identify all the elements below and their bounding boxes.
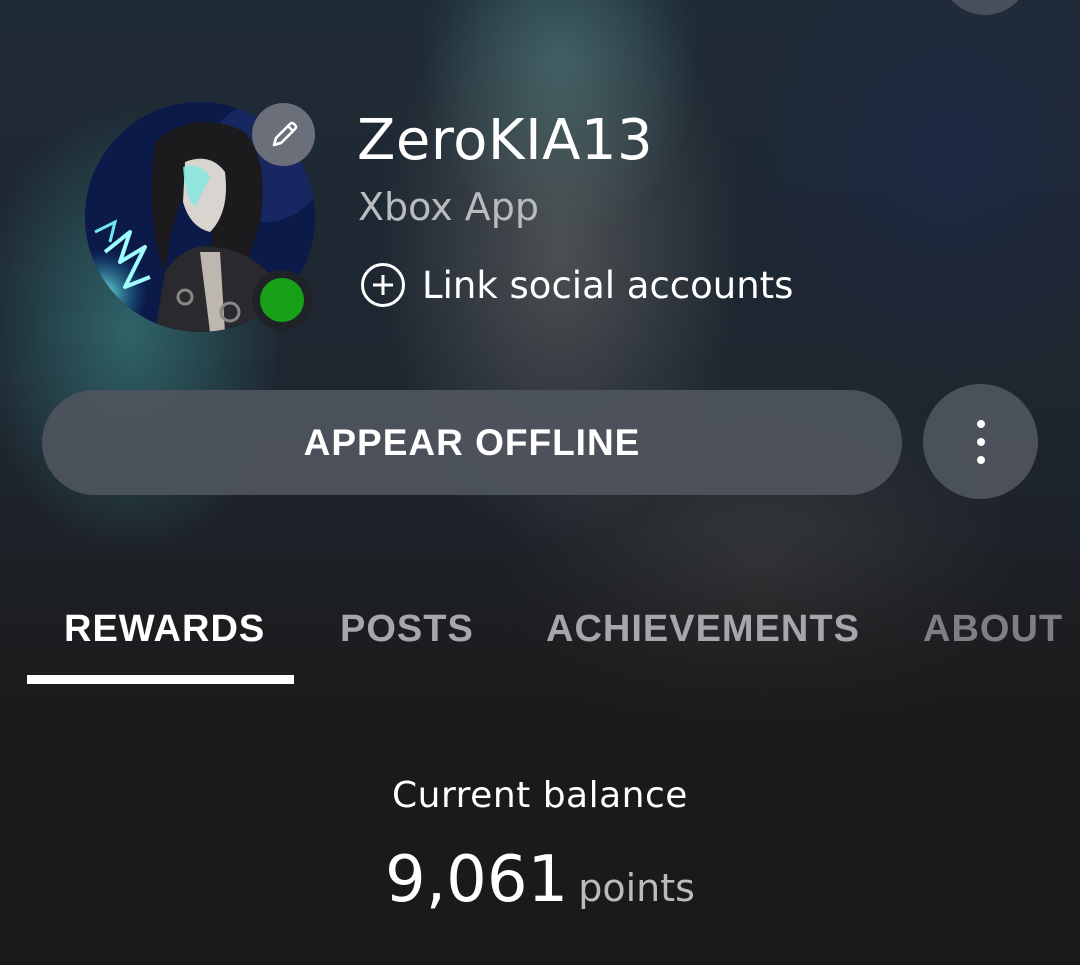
plus-circle-icon xyxy=(361,263,405,307)
profile-screen: ZeroKIA13 Xbox App Link social accounts … xyxy=(0,0,1080,965)
link-social-label: Link social accounts xyxy=(422,263,794,307)
active-tab-indicator xyxy=(27,675,294,684)
pencil-icon xyxy=(272,121,297,146)
more-options-button[interactable] xyxy=(923,384,1038,499)
profile-tabs: REWARDS POSTS ACHIEVEMENTS ABOUT xyxy=(0,600,1080,690)
appear-offline-button[interactable]: APPEAR OFFLINE xyxy=(42,390,902,495)
online-status-indicator xyxy=(252,270,312,330)
edit-avatar-button[interactable] xyxy=(252,103,315,166)
online-dot xyxy=(260,278,304,322)
app-name: Xbox App xyxy=(358,185,540,229)
gamertag: ZeroKIA13 xyxy=(357,108,654,173)
balance-label: Current balance xyxy=(392,775,688,816)
tab-rewards[interactable]: REWARDS xyxy=(64,608,265,651)
more-vertical-icon xyxy=(976,419,985,464)
appear-offline-label: APPEAR OFFLINE xyxy=(303,421,641,463)
tab-achievements[interactable]: ACHIEVEMENTS xyxy=(546,608,860,651)
balance-value: 9,061 xyxy=(385,843,569,917)
tab-posts[interactable]: POSTS xyxy=(340,608,474,651)
link-social-accounts-button[interactable]: Link social accounts xyxy=(360,262,793,308)
balance-row: 9,061 points xyxy=(0,843,1080,917)
tab-about[interactable]: ABOUT xyxy=(923,608,1063,651)
balance-unit: points xyxy=(578,866,695,910)
